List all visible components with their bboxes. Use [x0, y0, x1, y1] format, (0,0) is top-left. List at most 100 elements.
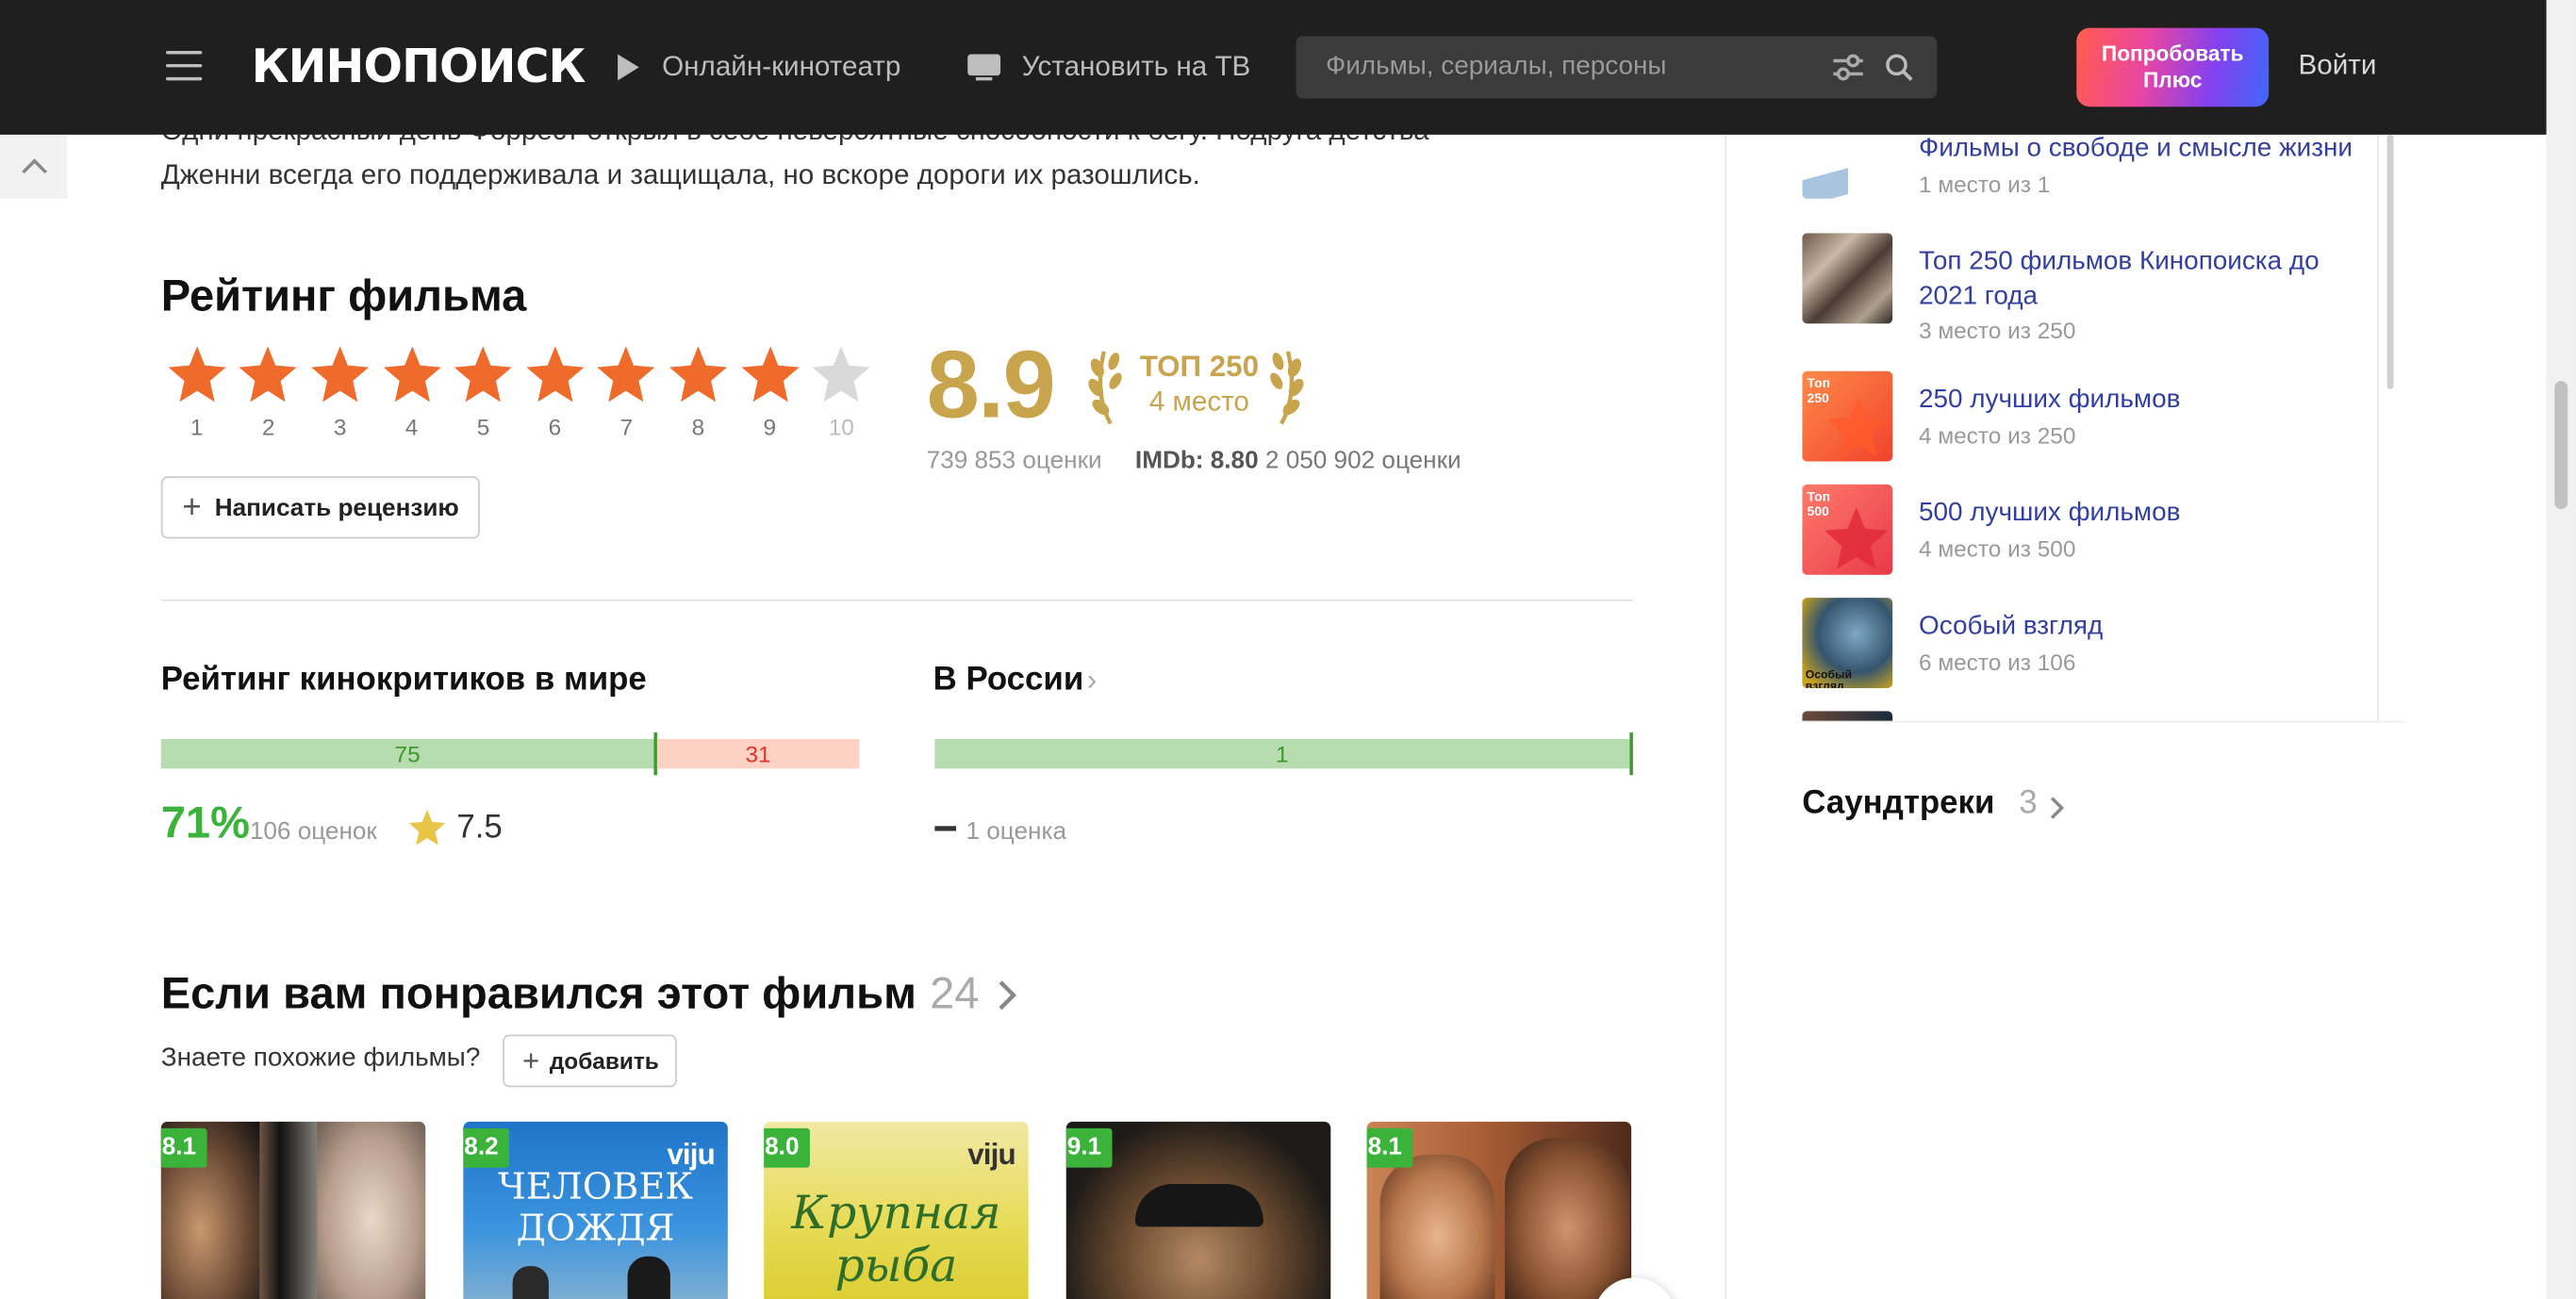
soundtracks-title[interactable]: Саундтреки	[1802, 785, 1994, 823]
nav-online-label: Онлайн-кинотеатр	[662, 51, 901, 83]
list-thumb-label: Особый взгляд	[1805, 669, 1852, 688]
chevron-right-icon[interactable]	[996, 978, 1018, 1011]
nav-tv-label: Установить на ТВ	[1021, 51, 1251, 83]
logo[interactable]: КИНОПОИСК	[252, 40, 586, 95]
list-title: 250 лучших фильмов	[1919, 386, 2181, 415]
rating-star-6[interactable]: 6	[520, 345, 591, 440]
chevron-up-icon	[22, 158, 48, 174]
chevron-right-icon: ›	[1086, 663, 1098, 697]
list-sub: 1 место из 1	[1919, 171, 2051, 198]
top250-title: ТОП 250	[1139, 350, 1260, 383]
critics-world-count: 106 оценок	[249, 817, 377, 847]
rating-title: Рейтинг фильма	[160, 271, 527, 321]
similar-poster-2[interactable]: 8.2 viju ЧЕЛОВЕК ДОЖДЯ	[463, 1121, 728, 1299]
list-thumb	[1802, 233, 1893, 324]
similar-poster-5[interactable]: 8.1	[1366, 1121, 1632, 1299]
star-number: 1	[190, 414, 204, 440]
list-thumb	[1802, 134, 1893, 199]
list-title: Фильмы о свободе и смысле жизни	[1919, 134, 2353, 163]
collapse-button[interactable]	[0, 134, 68, 199]
star-icon	[597, 346, 655, 403]
rating-star-1[interactable]: 1	[161, 345, 233, 440]
star-icon	[168, 346, 226, 403]
poster-rating: 8.2	[463, 1127, 510, 1168]
soundtracks-count[interactable]: 3	[2019, 785, 2037, 823]
list-thumb: Топ 250	[1802, 370, 1893, 462]
top250-place: 4 место	[1148, 386, 1249, 418]
search-box	[1296, 36, 1938, 99]
rating-star-9[interactable]: 9	[734, 345, 805, 440]
rating-star-4[interactable]: 4	[376, 345, 448, 440]
nav-online-cinema[interactable]: Онлайн-кинотеатр	[613, 49, 900, 85]
list-thumb-partial	[1802, 711, 1893, 721]
star-icon	[239, 346, 298, 403]
add-similar-label: добавить	[549, 1047, 659, 1075]
star-number: 6	[548, 414, 562, 440]
similar-poster-3[interactable]: 8.0 viju Крупная рыба	[764, 1121, 1029, 1299]
play-icon	[618, 54, 639, 81]
rating-star-2[interactable]: 2	[233, 345, 305, 440]
plus-button-label: Попробовать Плюс	[2101, 41, 2244, 92]
star-icon	[525, 346, 585, 403]
lists-scrollbar[interactable]	[2377, 134, 2405, 721]
similar-title[interactable]: Если вам понравился этот фильм	[161, 965, 916, 1021]
menu-icon[interactable]	[165, 51, 203, 81]
rating-star-8[interactable]: 8	[662, 345, 734, 440]
star-number: 5	[476, 414, 490, 440]
star-icon	[311, 346, 370, 403]
critics-world-title: Рейтинг кинокритиков в мире	[160, 662, 647, 699]
critics-russia-link[interactable]: В России ›	[933, 662, 1098, 699]
top250-badge[interactable]: ТОП 250 4 место	[1087, 345, 1311, 427]
nav-install-tv[interactable]: Установить на ТВ	[966, 49, 1250, 85]
star-number: 10	[828, 414, 854, 440]
poster-title: ЧЕЛОВЕК ДОЖДЯ	[498, 1167, 694, 1250]
star-number: 4	[405, 414, 419, 440]
list-title: Топ 250 фильмов Кинопоиска до 2021 года	[1919, 248, 2320, 311]
star-number: 2	[261, 414, 275, 440]
list-title: 500 лучших фильмов	[1919, 499, 2181, 528]
laurel-right-icon	[1270, 351, 1304, 425]
login-link[interactable]: Войти	[2298, 49, 2376, 82]
russia-positive-segment: 1	[934, 738, 1630, 769]
movie-lists: Фильмы о свободе и смысле жизни 1 место …	[1802, 134, 2375, 721]
write-review-button[interactable]: + Написать рецензию	[160, 476, 480, 539]
chevron-right-icon[interactable]	[2049, 795, 2065, 821]
critics-world-avg: 7.5	[456, 809, 503, 847]
rating-star-3[interactable]: 3	[305, 345, 376, 440]
poster-rating: 8.0	[764, 1127, 810, 1168]
column-divider	[1725, 134, 1727, 1299]
critics-russia-count: 1 оценка	[966, 817, 1066, 847]
similar-poster-1[interactable]: 8.1	[160, 1121, 426, 1299]
critics-russia-bar: 1	[934, 732, 1633, 776]
divider	[160, 599, 1633, 601]
search-input[interactable]	[1296, 36, 1836, 99]
rating-star-5[interactable]: 5	[448, 345, 520, 440]
filter-icon[interactable]	[1832, 53, 1865, 82]
top-header: КИНОПОИСК Онлайн-кинотеатр Установить на…	[0, 0, 2547, 135]
critics-world-bar: 75 31	[160, 732, 860, 776]
page-scrollbar[interactable]	[2546, 0, 2576, 1299]
imdb-label: IMDb: 8.80	[1134, 446, 1259, 475]
list-title: Особый взгляд	[1919, 612, 2104, 641]
similar-poster-4[interactable]: 9.1	[1065, 1121, 1331, 1299]
world-positive-segment: 75	[160, 738, 654, 769]
rating-star-7[interactable]: 7	[590, 345, 662, 440]
try-plus-button[interactable]: Попробовать Плюс	[2076, 27, 2270, 107]
critics-world-percent: 71%	[160, 797, 250, 847]
plus-icon: +	[522, 1044, 540, 1077]
search-icon[interactable]	[1884, 53, 1913, 82]
star-icon	[669, 346, 727, 403]
similar-question: Знаете похожие фильмы?	[160, 1044, 481, 1073]
viju-badge: viju	[967, 1138, 1016, 1172]
add-similar-button[interactable]: + добавить	[503, 1034, 677, 1088]
list-sub: 6 место из 106	[1919, 649, 2076, 676]
world-negative-segment: 31	[656, 738, 860, 769]
write-review-label: Написать рецензию	[214, 493, 459, 522]
star-icon	[454, 346, 513, 403]
similar-count[interactable]: 24	[930, 965, 979, 1021]
tv-icon	[967, 54, 1001, 81]
star-icon	[408, 809, 446, 846]
rating-star-10[interactable]: 10	[805, 345, 877, 440]
russia-dash	[934, 826, 957, 831]
star-icon	[812, 346, 870, 403]
